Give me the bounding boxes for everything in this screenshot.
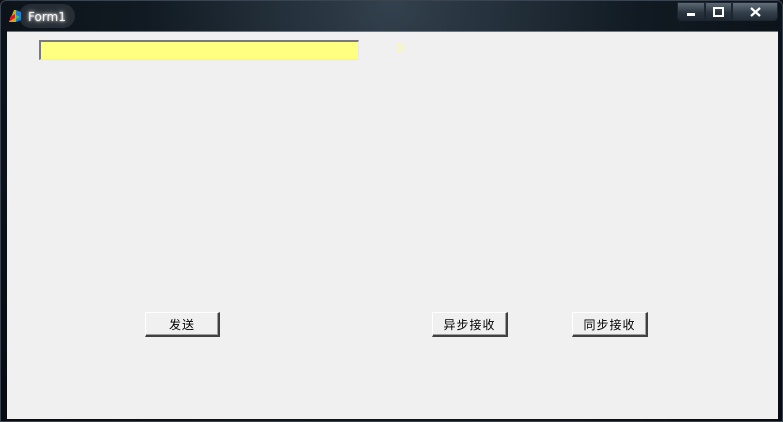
close-button[interactable] — [732, 2, 778, 21]
maximize-icon — [713, 2, 724, 21]
sync-receive-button[interactable]: 同步接收 — [572, 312, 648, 337]
close-icon — [749, 2, 761, 21]
delphi-app-icon[interactable] — [7, 8, 23, 24]
app-window: Form1 0 发送 异步接收 同步接收 — [0, 0, 783, 422]
async-receive-button[interactable]: 异步接收 — [432, 312, 508, 337]
minimize-button[interactable] — [677, 2, 705, 21]
form-client-area: 0 发送 异步接收 同步接收 — [7, 31, 778, 419]
window-title: Form1 — [28, 10, 66, 24]
status-label: 0 — [396, 41, 404, 55]
minimize-icon — [686, 2, 696, 21]
title-bar[interactable]: Form1 — [1, 1, 782, 31]
message-edit-field[interactable] — [39, 40, 359, 60]
maximize-button[interactable] — [705, 2, 732, 21]
send-button[interactable]: 发送 — [145, 312, 220, 337]
